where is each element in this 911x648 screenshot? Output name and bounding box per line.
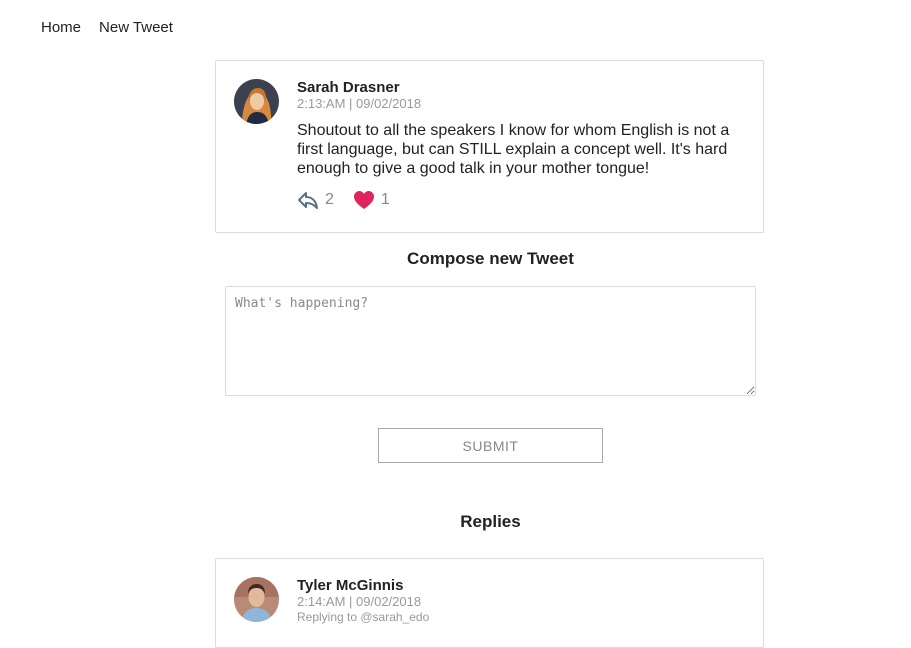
tweet-body: Tyler McGinnis 2:14:AM | 09/02/2018 Repl… xyxy=(297,577,743,626)
tweet-actions: 2 1 xyxy=(297,190,743,210)
compose-tweet-input[interactable] xyxy=(225,286,756,396)
reply-button[interactable]: 2 xyxy=(297,190,334,210)
replying-to-label: Replying to @sarah_edo xyxy=(297,610,430,624)
like-count: 1 xyxy=(380,191,390,208)
avatar-tyler-image xyxy=(234,577,279,622)
nav-home-link[interactable]: Home xyxy=(41,19,81,36)
heart-icon xyxy=(353,191,374,209)
tweet-author: Tyler McGinnis xyxy=(297,577,404,594)
tweet-timestamp: 2:14:AM | 09/02/2018 xyxy=(297,594,422,609)
reply-count: 2 xyxy=(325,191,334,208)
avatar xyxy=(234,79,279,124)
nav-new-tweet-link[interactable]: New Tweet xyxy=(99,19,173,36)
top-nav: Home New Tweet xyxy=(41,19,173,36)
like-button[interactable]: 1 xyxy=(353,190,390,210)
tweet-body: Sarah Drasner 2:13:AM | 09/02/2018 Shout… xyxy=(297,79,743,210)
tweet-card[interactable]: Sarah Drasner 2:13:AM | 09/02/2018 Shout… xyxy=(215,60,764,233)
compose-title: Compose new Tweet xyxy=(407,249,574,268)
reply-icon xyxy=(298,192,318,209)
submit-button[interactable]: SUBMIT xyxy=(378,428,603,463)
tweet-timestamp: 2:13:AM | 09/02/2018 xyxy=(297,96,422,111)
tweet-text: Shoutout to all the speakers I know for … xyxy=(297,122,730,177)
avatar-sarah-image xyxy=(234,79,279,124)
tweet-author: Sarah Drasner xyxy=(297,79,400,96)
reply-tweet-card[interactable]: Tyler McGinnis 2:14:AM | 09/02/2018 Repl… xyxy=(215,558,764,648)
replies-title: Replies xyxy=(460,512,521,531)
avatar xyxy=(234,577,279,622)
